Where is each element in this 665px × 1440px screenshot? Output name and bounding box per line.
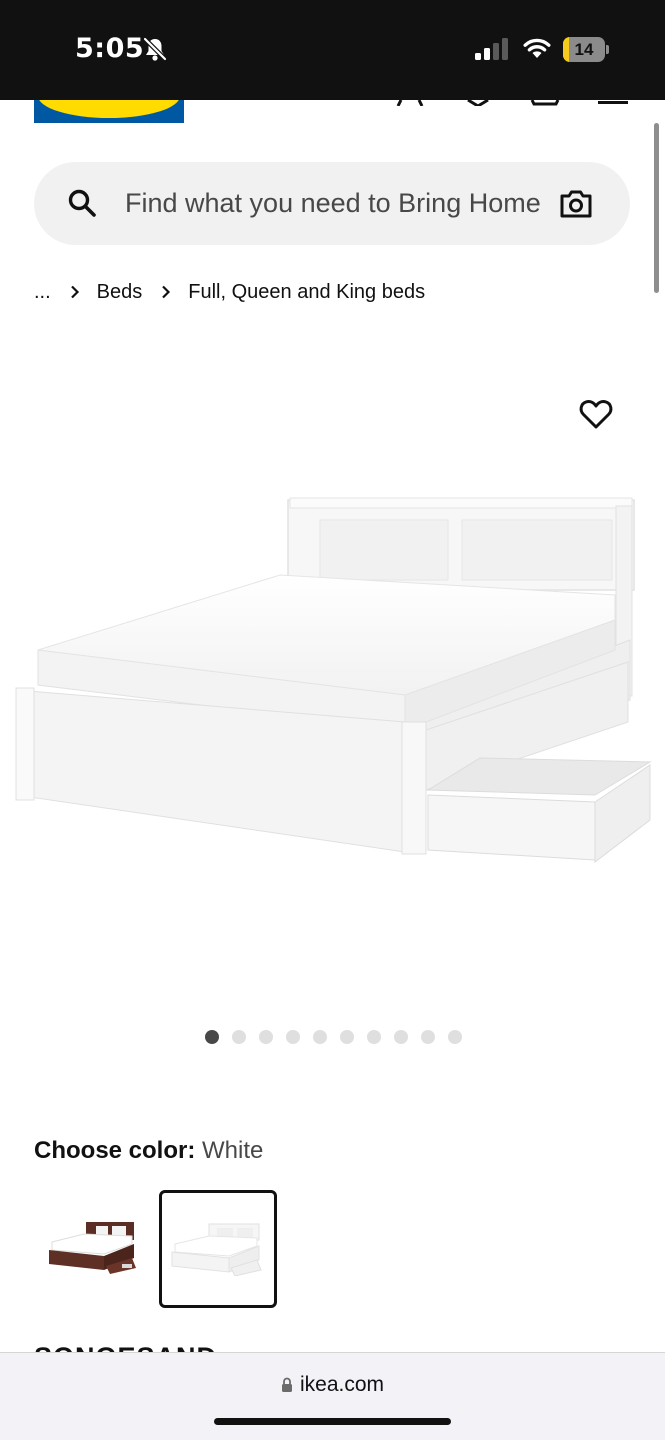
gallery-dot[interactable] [340,1030,354,1044]
ikea-logo[interactable] [34,100,184,123]
selected-color-value: White [202,1137,264,1164]
wifi-icon [523,38,551,58]
gallery-dot[interactable] [259,1030,273,1044]
url-display[interactable]: ikea.com [0,1373,665,1397]
breadcrumb: ... Beds Full, Queen and King beds [34,278,425,306]
gallery-dot[interactable] [205,1030,219,1044]
gallery-dot[interactable] [421,1030,435,1044]
bell-slash-icon [143,37,167,61]
home-indicator[interactable] [214,1418,451,1425]
battery-level: 14 [574,40,594,59]
search-icon[interactable] [67,188,97,218]
profile-icon[interactable] [395,100,425,106]
status-bar: 5:05 14 [0,0,665,100]
brown-storage-bed-swatch[interactable] [34,1190,152,1308]
status-time: 5:05 [75,33,145,64]
lock-icon [281,1377,292,1392]
breadcrumb-ellipsis[interactable]: ... [34,278,51,306]
breadcrumb-full-queen-king-beds[interactable]: Full, Queen and King beds [188,278,425,306]
gallery-dot[interactable] [394,1030,408,1044]
heart-outline-icon[interactable] [578,398,614,430]
breadcrumb-beds[interactable]: Beds [97,278,143,306]
battery-charging-icon: 14 [563,37,609,62]
color-chooser-label: Choose color: White [34,1135,263,1167]
chevron-right-icon [162,285,171,299]
url-text[interactable]: ikea.com [300,1373,384,1396]
browser-url-bar[interactable]: ikea.com [0,1352,665,1440]
product-gallery[interactable] [0,330,665,1060]
cellular-signal-icon [475,38,508,60]
chevron-right-icon [70,285,79,299]
gallery-dot[interactable] [286,1030,300,1044]
white-storage-bed-swatch[interactable] [159,1190,277,1308]
site-header [0,100,665,140]
white-storage-bed-photo[interactable] [10,490,655,870]
gallery-dot[interactable] [232,1030,246,1044]
gallery-pagination[interactable] [0,1030,665,1044]
gallery-dot[interactable] [313,1030,327,1044]
choose-color-label: Choose color: [34,1137,196,1164]
gallery-dot[interactable] [448,1030,462,1044]
menu-icon[interactable] [598,100,628,106]
cart-icon[interactable] [530,100,560,106]
search-bar[interactable]: Find what you need to Bring Home [34,162,630,245]
gallery-dot[interactable] [367,1030,381,1044]
camera-icon[interactable] [559,189,593,219]
page-scrollbar[interactable] [654,123,659,293]
heart-icon[interactable] [465,100,491,106]
search-input[interactable]: Find what you need to Bring Home [125,180,545,226]
